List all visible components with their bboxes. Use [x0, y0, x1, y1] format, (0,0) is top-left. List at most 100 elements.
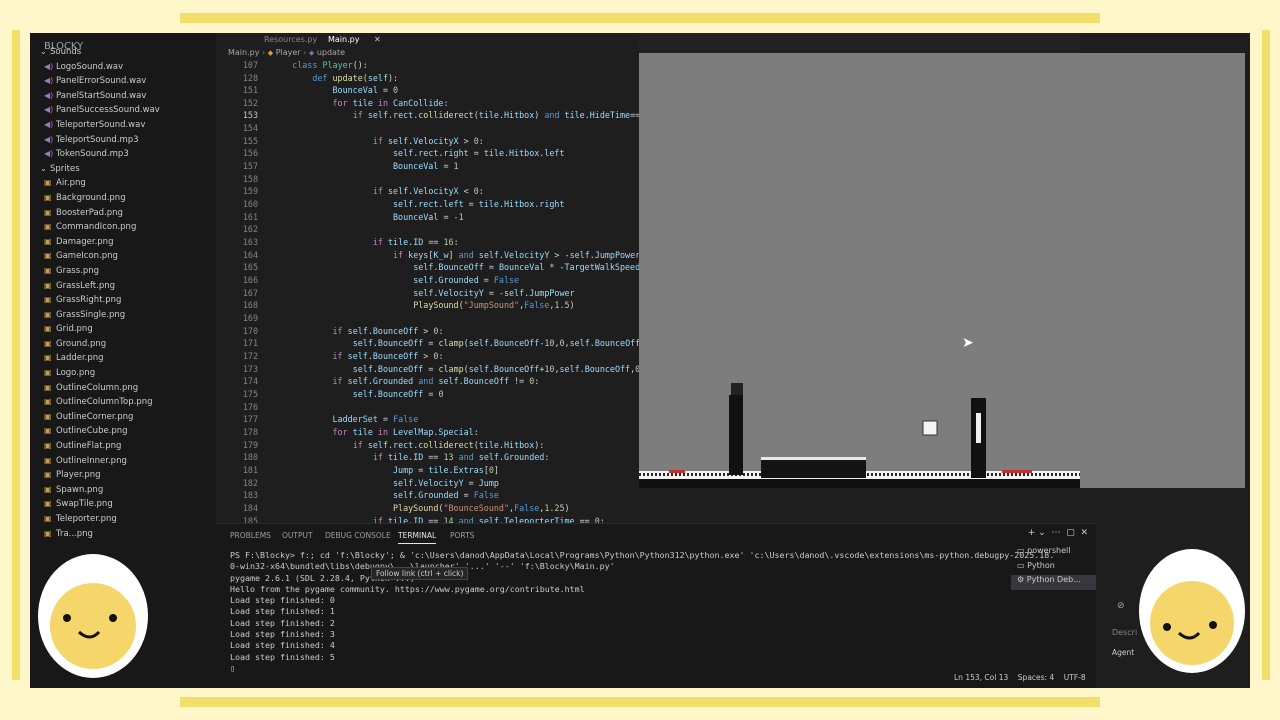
file-item[interactable]: ◀) TokenSound.mp3: [30, 149, 216, 164]
file-item[interactable]: ▣ SwapTile.png: [30, 499, 216, 514]
terminal-instance[interactable]: ▭ powershell: [1011, 546, 1096, 561]
file-item[interactable]: ▣ OutlineFlat.png: [30, 441, 216, 456]
file-item[interactable]: ▣ Ladder.png: [30, 353, 216, 368]
method-icon: ◈: [308, 49, 315, 57]
panel-tab-terminal[interactable]: TERMINAL: [398, 531, 437, 544]
grass-tuft: [699, 473, 701, 476]
cursor-position[interactable]: Ln 153, Col 13: [954, 673, 1008, 682]
file-item[interactable]: ▣ OutlineCorner.png: [30, 412, 216, 427]
line-number: 173: [242, 364, 258, 374]
line-number: 185: [242, 516, 258, 523]
file-label: Grid.png: [56, 324, 93, 335]
file-item[interactable]: ▣ Tra...png: [30, 529, 216, 544]
file-item[interactable]: ▣ BoosterPad.png: [30, 208, 216, 223]
game-window[interactable]: [639, 33, 1080, 488]
file-item[interactable]: ▣ OutlineCube.png: [30, 426, 216, 441]
grass-tuft: [879, 473, 881, 476]
panel-tab-ports[interactable]: PORTS: [450, 531, 474, 540]
close-icon[interactable]: ✕: [374, 33, 381, 47]
add-terminal-icon[interactable]: + ⌄: [1028, 528, 1046, 538]
agent-mode[interactable]: Agent: [1112, 648, 1134, 657]
grass-tuft: [895, 473, 897, 476]
platform-top: [761, 457, 866, 460]
file-item[interactable]: ▣ Player.png: [30, 470, 216, 485]
file-item[interactable]: ▣ OutlineColumn.png: [30, 383, 216, 398]
grass-tuft: [1067, 473, 1069, 476]
terminal-output[interactable]: PS F:\Blocky> f:; cd 'f:\Blocky'; & 'c:\…: [230, 550, 1054, 674]
close-panel-icon[interactable]: ✕: [1080, 528, 1088, 538]
image-file-icon: ▣: [44, 353, 52, 363]
line-number: 152: [242, 98, 258, 108]
breadcrumb: Main.py › ◆ Player › ◈ update: [228, 48, 346, 57]
encoding[interactable]: UTF-8: [1064, 673, 1086, 682]
grass-tuft: [695, 473, 697, 476]
code-line: 154: [216, 122, 272, 134]
terminal-label: Python: [1027, 560, 1055, 570]
panel-tab-output[interactable]: OUTPUT: [282, 531, 313, 540]
file-item[interactable]: ◀) PanelStartSound.wav: [30, 91, 216, 106]
grass-tuft: [1071, 473, 1073, 476]
breadcrumb-class[interactable]: Player: [276, 48, 301, 57]
file-label: Background.png: [56, 192, 126, 203]
file-item[interactable]: ◀) TeleporterSound.wav: [30, 120, 216, 135]
file-item[interactable]: ▣ Background.png: [30, 193, 216, 208]
grass-tuft: [947, 473, 949, 476]
file-item[interactable]: ▣ GrassRight.png: [30, 295, 216, 310]
file-label: TeleporterSound.wav: [56, 119, 146, 130]
folder-sprites[interactable]: ⌄ Sprites: [30, 164, 216, 179]
grass-tuft: [719, 473, 721, 476]
image-file-icon: ▣: [44, 251, 52, 261]
code-line: 128 def update(self):: [216, 72, 398, 84]
terminal-instance[interactable]: ▭ Python: [1011, 561, 1096, 576]
file-item[interactable]: ▣ Damager.png: [30, 237, 216, 252]
file-item[interactable]: ◀) PanelSuccessSound.wav: [30, 105, 216, 120]
tab-main[interactable]: Main.py: [328, 33, 359, 47]
file-item[interactable]: ▣ OutlineInner.png: [30, 456, 216, 471]
code-line: 107 class Player():: [216, 59, 368, 71]
attach-icon[interactable]: ⊘: [1117, 601, 1125, 611]
folder-sounds[interactable]: ⌄ Sounds: [30, 47, 216, 62]
file-item[interactable]: ▣ Spawn.png: [30, 485, 216, 500]
file-item[interactable]: ◀) TeleportSound.mp3: [30, 135, 216, 150]
panel-tab-debug-console[interactable]: DEBUG CONSOLE: [325, 531, 391, 540]
grass-tuft: [887, 473, 889, 476]
chat-input[interactable]: Descri: [1112, 628, 1137, 637]
file-label: GameIcon.png: [56, 251, 118, 262]
file-item[interactable]: ◀) PanelErrorSound.wav: [30, 76, 216, 91]
grass-tuft: [967, 473, 969, 476]
file-item[interactable]: ▣ Logo.png: [30, 368, 216, 383]
panel-actions: + ⌄ ⋯ ▢ ✕: [1028, 528, 1088, 538]
code-line: 175 self.BounceOff = 0: [216, 388, 444, 400]
breadcrumb-file[interactable]: Main.py: [228, 48, 259, 57]
file-label: OutlineFlat.png: [56, 441, 122, 452]
ground-base: [639, 479, 1080, 488]
file-item[interactable]: ▣ GrassSingle.png: [30, 310, 216, 325]
grass-tuft: [727, 473, 729, 476]
line-number: 153: [242, 110, 258, 120]
grass-tuft: [907, 473, 909, 476]
file-item[interactable]: ▣ Teleporter.png: [30, 514, 216, 529]
file-item[interactable]: ◀) LogoSound.wav: [30, 62, 216, 77]
grass-tuft: [1039, 473, 1041, 476]
breadcrumb-method[interactable]: update: [317, 48, 345, 57]
file-item[interactable]: ▣ Air.png: [30, 178, 216, 193]
file-item[interactable]: ▣ GrassLeft.png: [30, 281, 216, 296]
code-lines[interactable]: 107 class Player(): 128 def update(self):…: [216, 59, 640, 523]
file-item[interactable]: ▣ OutlineColumnTop.png: [30, 397, 216, 412]
maximize-icon[interactable]: ▢: [1066, 528, 1075, 538]
indentation[interactable]: Spaces: 4: [1018, 673, 1054, 682]
code-line: 152 for tile in CanCollide:: [216, 97, 449, 109]
file-item[interactable]: ▣ CommandIcon.png: [30, 222, 216, 237]
file-item[interactable]: ▣ Grass.png: [30, 266, 216, 281]
panel-tab-problems[interactable]: PROBLEMS: [230, 531, 271, 540]
code-line: 158: [216, 173, 272, 185]
line-number: 161: [242, 212, 258, 222]
code-line: 179 if self.rect.colliderect(tile.Hitbox…: [216, 439, 545, 451]
file-item[interactable]: ▣ Ground.png: [30, 339, 216, 354]
file-item[interactable]: ▣ GameIcon.png: [30, 251, 216, 266]
file-item[interactable]: ▣ Grid.png: [30, 324, 216, 339]
grass-tuft: [1031, 473, 1033, 476]
terminal-instance[interactable]: ⚙ Python Deb...: [1011, 575, 1096, 590]
more-icon[interactable]: ⋯: [1051, 528, 1060, 538]
tab-resources[interactable]: Resources.py: [264, 33, 317, 47]
